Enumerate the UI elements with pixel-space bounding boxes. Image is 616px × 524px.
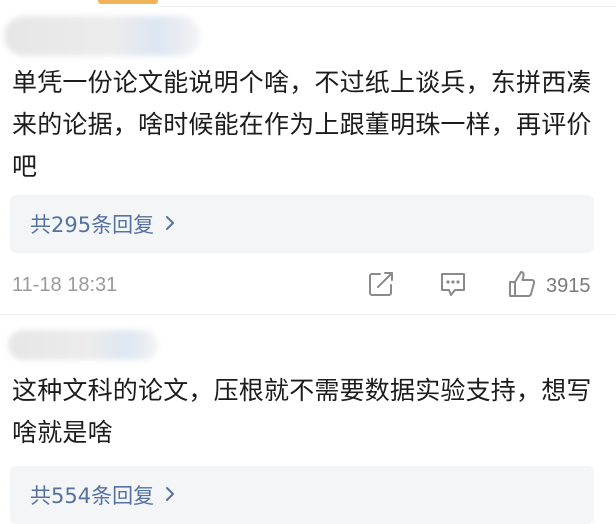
- top-divider: [160, 6, 616, 7]
- chevron-right-icon: [164, 214, 176, 235]
- blurred-user-info: [4, 16, 200, 56]
- view-replies-button[interactable]: 共554条回复: [10, 466, 594, 524]
- blurred-user-info: [8, 330, 158, 360]
- comment-feed: 单凭一份论文能说明个啥，不过纸上谈兵，东拼西凑来的论据，啥时候能在作为上跟董明珠…: [0, 0, 616, 524]
- view-replies-button[interactable]: 共295条回复: [10, 195, 594, 253]
- replies-count-label: 共295条回复: [30, 213, 155, 237]
- thumbs-up-icon: [506, 268, 538, 304]
- share-button[interactable]: [366, 270, 396, 302]
- chevron-right-icon: [164, 485, 176, 506]
- top-tab-indicator: [98, 0, 158, 4]
- comment-meta-row: 11-18 18:31 3915: [0, 266, 616, 308]
- share-icon: [366, 269, 396, 303]
- like-count: 3915: [546, 274, 591, 297]
- comment-text: 单凭一份论文能说明个啥，不过纸上谈兵，东拼西凑来的论据，啥时候能在作为上跟董明珠…: [12, 68, 592, 181]
- like-button[interactable]: 3915: [506, 270, 591, 302]
- comment-button[interactable]: [438, 270, 468, 302]
- replies-count-label: 共554条回复: [30, 484, 155, 508]
- comment-text: 这种文科的论文，压根就不需要数据实验支持，想写啥就是啥: [12, 376, 592, 447]
- comment-icon: [438, 269, 468, 303]
- comment-divider: [0, 314, 616, 315]
- comment-timestamp: 11-18 18:31: [12, 274, 118, 296]
